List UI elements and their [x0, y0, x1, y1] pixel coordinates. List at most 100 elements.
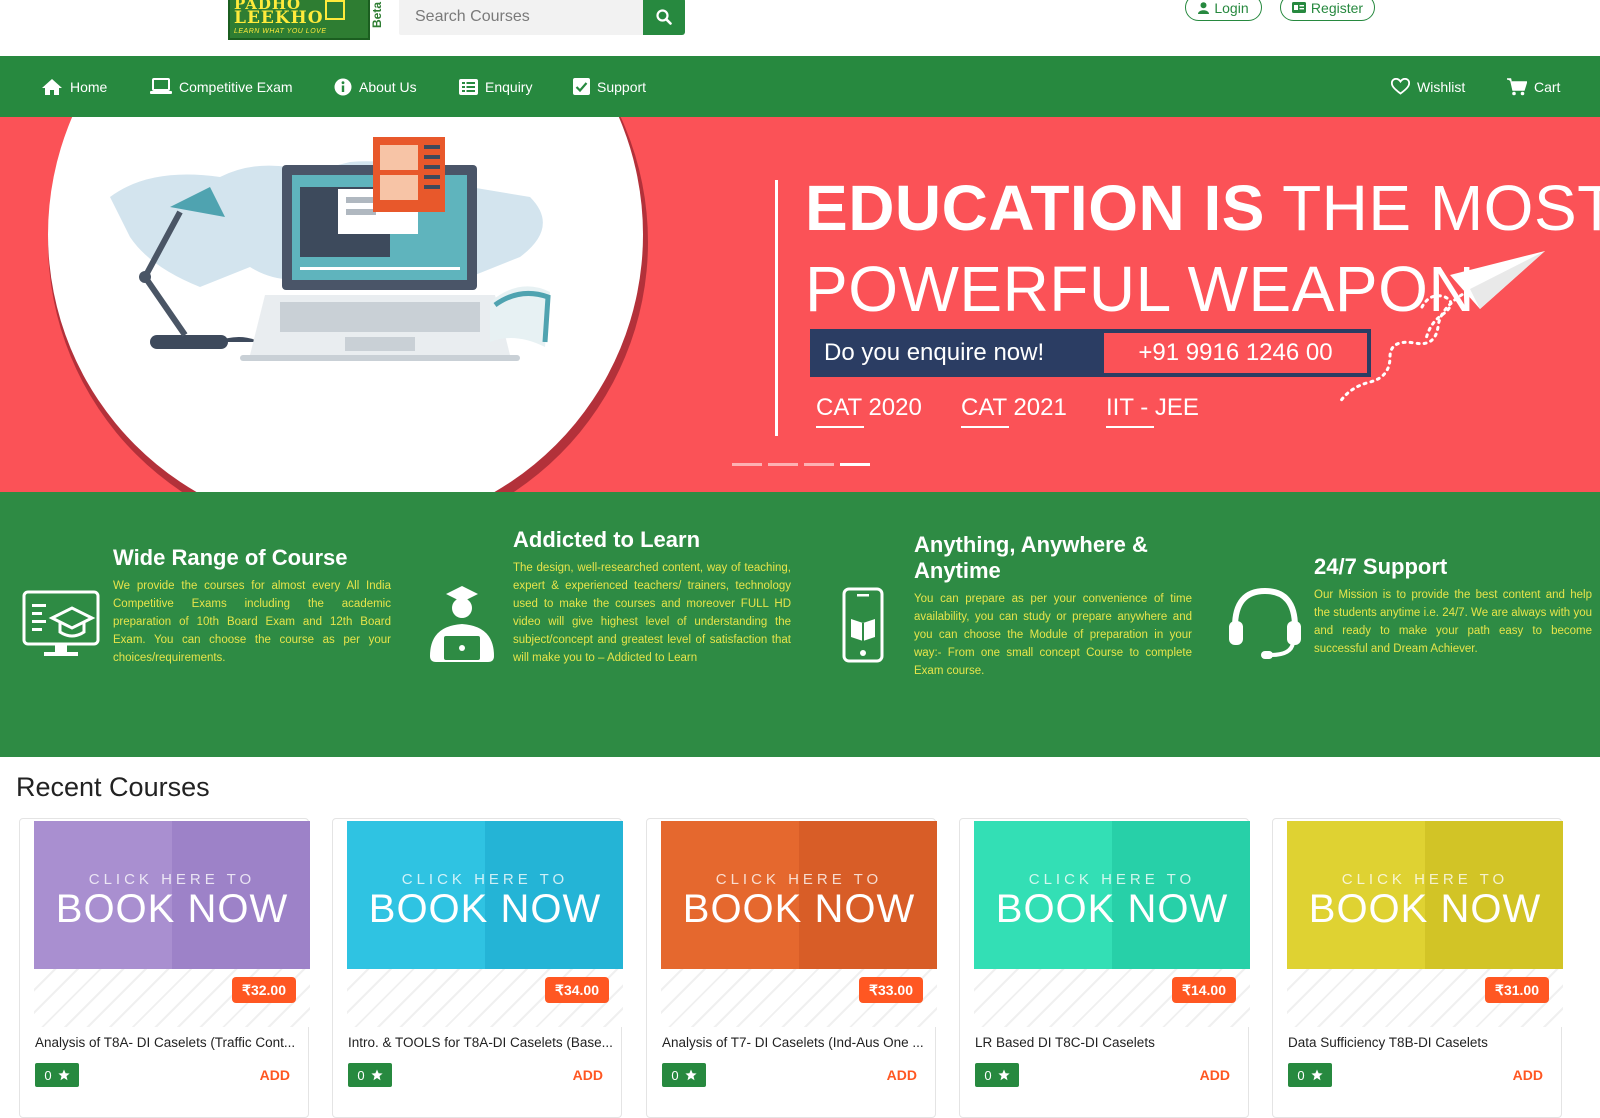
feature-title-addicted: Addicted to Learn: [513, 527, 701, 552]
banner-big-text: BOOK NOW: [995, 887, 1229, 931]
banner-big-text: BOOK NOW: [55, 887, 289, 931]
nav-label-enquiry: Enquiry: [485, 78, 533, 95]
paper-plane-icon: [1338, 251, 1545, 404]
course-name[interactable]: Data Sufficiency T8B-DI Caselets: [1288, 1035, 1558, 1050]
laptop-icon: [150, 78, 172, 94]
rating-value: 0: [984, 1067, 992, 1083]
course-name[interactable]: Intro. & TOOLS for T8A-DI Caselets (Base…: [348, 1035, 618, 1050]
add-to-cart-button[interactable]: ADD: [1513, 1067, 1543, 1083]
monitor-graduation-icon: [22, 590, 100, 656]
register-button[interactable]: Register: [1280, 0, 1375, 21]
wishlist-label: Wishlist: [1417, 78, 1466, 95]
nav-item-home[interactable]: Home: [41, 56, 107, 117]
course-card[interactable]: CLICK HERE TO BOOK NOW ₹31.00 Data Sufficie…: [1272, 818, 1563, 1118]
star-icon: [1311, 1069, 1323, 1081]
banner-small-text: CLICK HERE TO: [1028, 871, 1196, 888]
rating-value: 0: [671, 1067, 679, 1083]
nav-label-competitive-exam: Competitive Exam: [179, 78, 293, 95]
feature-text-addicted: The design, well-researched content, way…: [513, 562, 791, 664]
feature-text-wide-range: We provide the courses for almost every …: [113, 580, 391, 664]
feature-text-support: Our Mission is to provide the best conte…: [1314, 589, 1592, 655]
hero-headline-bold: EDUCATION IS: [805, 172, 1265, 244]
course-name[interactable]: LR Based DI T8C-DI Caselets: [975, 1035, 1245, 1050]
add-to-cart-button[interactable]: ADD: [573, 1067, 603, 1083]
feature-title-wide-range: Wide Range of Course: [113, 545, 348, 570]
rating-badge: 0: [348, 1063, 392, 1087]
cart-label: Cart: [1534, 78, 1561, 95]
register-label: Register: [1310, 0, 1364, 16]
exam-tag-cat-2020[interactable]: CAT 2020: [816, 394, 922, 428]
hero-headline-rest: THE MOST: [1282, 172, 1600, 244]
banner-small-text: CLICK HERE TO: [88, 871, 256, 888]
hero-headline-line1: EDUCATION IS THE MOST: [805, 171, 1600, 245]
slide-dot-active[interactable]: [840, 463, 870, 466]
login-button[interactable]: Login: [1185, 0, 1262, 21]
slide-dot[interactable]: [804, 463, 834, 466]
nav-label-support: Support: [597, 78, 647, 95]
price-badge: ₹14.00: [1172, 977, 1236, 1003]
rating-value: 0: [44, 1067, 52, 1083]
logo-line2: LEEKHO: [234, 8, 324, 28]
features-section: Wide Range of Course We provide the cour…: [0, 492, 1600, 757]
cart-icon: [1507, 77, 1527, 95]
wishlist-link[interactable]: Wishlist: [1391, 56, 1465, 117]
nav-item-about-us[interactable]: About Us: [334, 56, 417, 117]
star-icon: [998, 1069, 1010, 1081]
search-input[interactable]: [399, 0, 645, 35]
home-icon: [42, 78, 62, 95]
add-to-cart-button[interactable]: ADD: [887, 1067, 917, 1083]
site-logo[interactable]: PADHO LEEKHO LEARN WHAT YOU LOVE: [228, 0, 370, 40]
add-to-cart-button[interactable]: ADD: [1200, 1067, 1230, 1083]
course-card[interactable]: CLICK HERE TO BOOK NOW ₹32.00 Analysis of T…: [19, 818, 310, 1118]
course-name[interactable]: Analysis of T7- DI Caselets (Ind-Aus One…: [662, 1035, 932, 1050]
hero-illustration: [110, 137, 551, 361]
nav-item-enquiry[interactable]: Enquiry: [459, 56, 532, 117]
enquire-text: Do you enquire now!: [810, 329, 1100, 377]
slide-dot[interactable]: [732, 463, 762, 466]
nav-item-competitive-exam[interactable]: Competitive Exam: [150, 56, 293, 117]
exam-tag-iit-jee[interactable]: IIT - JEE: [1106, 394, 1199, 428]
id-card-icon: [1291, 2, 1306, 13]
logo-compass-icon: [325, 0, 345, 20]
course-card[interactable]: CLICK HERE TO BOOK NOW ₹33.00 Analysis of T…: [646, 818, 937, 1118]
support-icon: [573, 78, 590, 95]
nav-item-support[interactable]: Support: [573, 56, 646, 117]
star-icon: [58, 1069, 70, 1081]
add-to-cart-button[interactable]: ADD: [260, 1067, 290, 1083]
course-name[interactable]: Analysis of T8A- DI Caselets (Traffic Co…: [35, 1035, 305, 1050]
slide-dot[interactable]: [768, 463, 798, 466]
price-badge: ₹33.00: [859, 977, 923, 1003]
list-icon: [459, 78, 478, 95]
recent-courses-title: Recent Courses: [16, 772, 210, 802]
course-card[interactable]: CLICK HERE TO BOOK NOW ₹34.00 Intro. & TOOL…: [332, 818, 623, 1118]
logo-tagline: LEARN WHAT YOU LOVE: [234, 28, 327, 35]
banner-big-text: BOOK NOW: [368, 887, 602, 931]
course-card[interactable]: CLICK HERE TO BOOK NOW ₹14.00 LR Based DI T…: [959, 818, 1250, 1118]
search-button[interactable]: [643, 0, 685, 35]
banner-small-text: CLICK HERE TO: [1341, 871, 1509, 888]
cart-link[interactable]: Cart: [1507, 56, 1560, 117]
rating-badge: 0: [975, 1063, 1019, 1087]
nav-label-home: Home: [70, 78, 108, 95]
slide-indicators: [732, 463, 870, 466]
banner-big-text: BOOK NOW: [682, 887, 916, 931]
price-badge: ₹34.00: [545, 977, 609, 1003]
hero-banner[interactable]: EDUCATION IS THE MOST POWERFUL WEAPON Do…: [0, 117, 1600, 492]
banner-small-text: CLICK HERE TO: [401, 871, 569, 888]
rating-value: 0: [357, 1067, 365, 1083]
feature-title-anywhere: Anything, Anywhere & Anytime: [914, 532, 1148, 583]
user-icon: [1198, 1, 1210, 14]
mobile-book-icon: [842, 587, 884, 663]
banner-small-text: CLICK HERE TO: [715, 871, 883, 888]
feature-title-support: 24/7 Support: [1314, 554, 1448, 579]
exam-tag-cat-2021[interactable]: CAT 2021: [961, 394, 1067, 428]
info-icon: [334, 78, 352, 95]
student-laptop-icon: [430, 586, 494, 662]
price-badge: ₹32.00: [232, 977, 296, 1003]
search-icon: [656, 8, 672, 25]
beta-label: Beta: [370, 1, 385, 29]
rating-badge: 0: [35, 1063, 79, 1087]
headset-icon: [1229, 587, 1301, 659]
nav-label-about-us: About Us: [359, 78, 417, 95]
star-icon: [685, 1069, 697, 1081]
